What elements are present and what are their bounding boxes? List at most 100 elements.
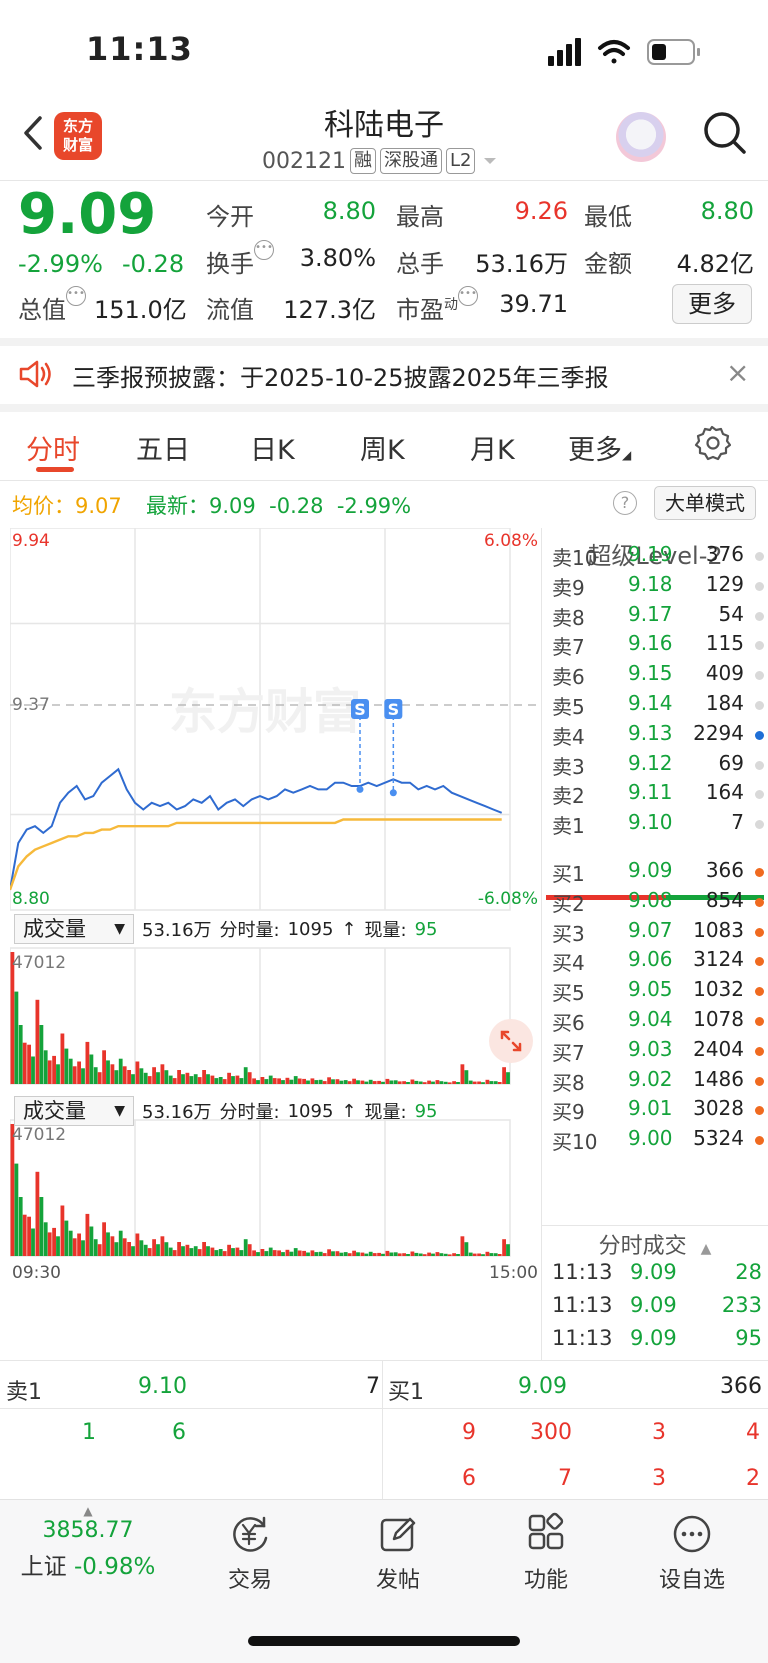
volume-bar [168,1075,173,1084]
ask-row[interactable]: 卖3 9.12 69 [552,751,764,781]
bid-row[interactable]: 买10 9.00 5324 [552,1126,764,1156]
index-ticker[interactable]: ▲ 3858.77 上证 -0.98% [0,1504,176,1594]
volume-bar [177,1242,181,1256]
tab-more[interactable]: 更多◢ [568,428,631,467]
nav-post[interactable]: 发帖 [348,1512,448,1593]
nav-trade[interactable]: 交易 [200,1512,300,1593]
level-dot [755,820,764,830]
tab-weekly-k[interactable]: 周K [360,428,405,467]
volume-bar [181,1074,185,1084]
tick-time: 11:13 [552,1293,613,1317]
tabs-divider [0,480,768,481]
tab-daily-k[interactable]: 日K [250,428,295,467]
bid-row[interactable]: 买9 9.01 3028 [552,1096,764,1126]
volume-bar [139,1240,144,1256]
tick-row: 11:13 9.09 28 [552,1260,762,1292]
bid-row[interactable]: 买2 9.08 854 [552,888,764,918]
turnover-value: 3.80% [299,244,376,272]
volume-bar [397,1081,402,1084]
ticks-title[interactable]: 分时成交 ▲ [546,1228,764,1260]
volume-bar [489,1081,494,1084]
ask-row[interactable]: 卖6 9.15 409 [552,661,764,691]
search-icon[interactable] [700,108,750,158]
volume-bar [252,1250,256,1256]
bid-row[interactable]: 买3 9.07 1083 [552,918,764,948]
volume-bar [368,1251,373,1256]
minute-volume-value: 1095 [287,918,334,940]
volume-bar [85,1041,90,1084]
ask-row[interactable]: 卖7 9.16 115 [552,631,764,661]
volume-bar [22,1214,27,1256]
volume-bar [143,1072,148,1084]
volume-bar [193,1246,198,1256]
tab-monthly-k[interactable]: 月K [470,428,515,467]
ask-row[interactable]: 卖5 9.14 184 [552,691,764,721]
level-volume: 1083 [693,917,744,942]
bid-row[interactable]: 买1 9.09 366 [552,858,764,888]
volume-bar [268,1247,273,1256]
bid-row[interactable]: 买7 9.03 2404 [552,1037,764,1067]
big-order-mode-button[interactable]: 大单模式 [654,486,756,520]
nav-customize[interactable]: 设自选 [642,1512,742,1593]
gear-icon[interactable] [693,424,731,462]
volume-select[interactable]: 成交量 ▼ [14,1096,134,1126]
tab-intraday[interactable]: 分时 [26,428,80,467]
bid-row[interactable]: 买4 9.06 3124 [552,947,764,977]
level-dot [755,1076,764,1086]
current-volume-label: 现量: [364,920,407,941]
bid-row[interactable]: 买6 9.04 1078 [552,1007,764,1037]
bid-row[interactable]: 买8 9.02 1486 [552,1067,764,1097]
speaker-icon [19,360,51,388]
robot-avatar[interactable] [616,112,666,162]
ask-row[interactable]: 卖2 9.11 164 [552,780,764,810]
volume-bar [435,1252,440,1256]
more-button[interactable]: 更多 [672,284,752,324]
help-icon[interactable]: ? [613,491,637,515]
ask-row[interactable]: 卖4 9.13 2294 [552,721,764,751]
volume-bar [64,1220,69,1256]
ask-row[interactable]: 卖9 9.18 129 [552,572,764,602]
stock-code-row[interactable]: 002121 融 深股通 L2 [262,146,501,176]
sell-signal-label: S [354,700,366,719]
volume-bar [189,1076,194,1084]
expand-icon[interactable] [489,1019,533,1063]
bid-row[interactable]: 买5 9.05 1032 [552,977,764,1007]
tag-margin: 融 [349,148,376,174]
volume-bar [27,1216,31,1256]
level-label: 买5 [552,981,585,1006]
volume-bar [160,1236,165,1256]
volume-bar [368,1079,373,1084]
section-band [0,338,768,346]
volume-bar [206,1074,210,1084]
ask-row[interactable]: 卖1 9.10 7 [552,810,764,840]
signal-dot [356,785,364,793]
announcement-close-button[interactable]: × [726,356,749,389]
float-value-label: 流值 [206,296,254,324]
announcement-text[interactable]: 三季报预披露：于2025-10-25披露2025年三季报 [72,358,609,393]
nav-functions[interactable]: 功能 [496,1512,596,1593]
caret-down-icon[interactable] [479,153,501,169]
level-label: 卖6 [552,665,585,690]
volume-bar [164,1242,169,1256]
l1-divider [0,1408,768,1409]
volume-bar [172,1250,177,1256]
edit-icon [380,1517,416,1552]
volume-bar [443,1253,448,1256]
volume-bar [239,1078,244,1084]
ask-row[interactable]: 卖10 9.19 376 [552,542,764,572]
volume-bar [197,1077,202,1084]
level-volume: 409 [705,661,744,686]
volume-bar [402,1253,406,1256]
level-volume: 3028 [693,1096,744,1121]
level-price: 9.06 [628,947,673,972]
volume-bar [439,1253,444,1256]
volume-bar [293,1248,298,1256]
ask-row[interactable]: 卖8 9.17 54 [552,602,764,632]
volume-bar [122,1066,127,1084]
tab-five-day[interactable]: 五日 [136,428,190,467]
level-volume: 129 [705,571,744,596]
volume-bar [102,1050,106,1084]
volume-select[interactable]: 成交量 ▼ [14,914,134,944]
latest-quote: 最新：9.09 -0.28 -2.99% [146,494,412,518]
volume-bar [481,1082,485,1084]
